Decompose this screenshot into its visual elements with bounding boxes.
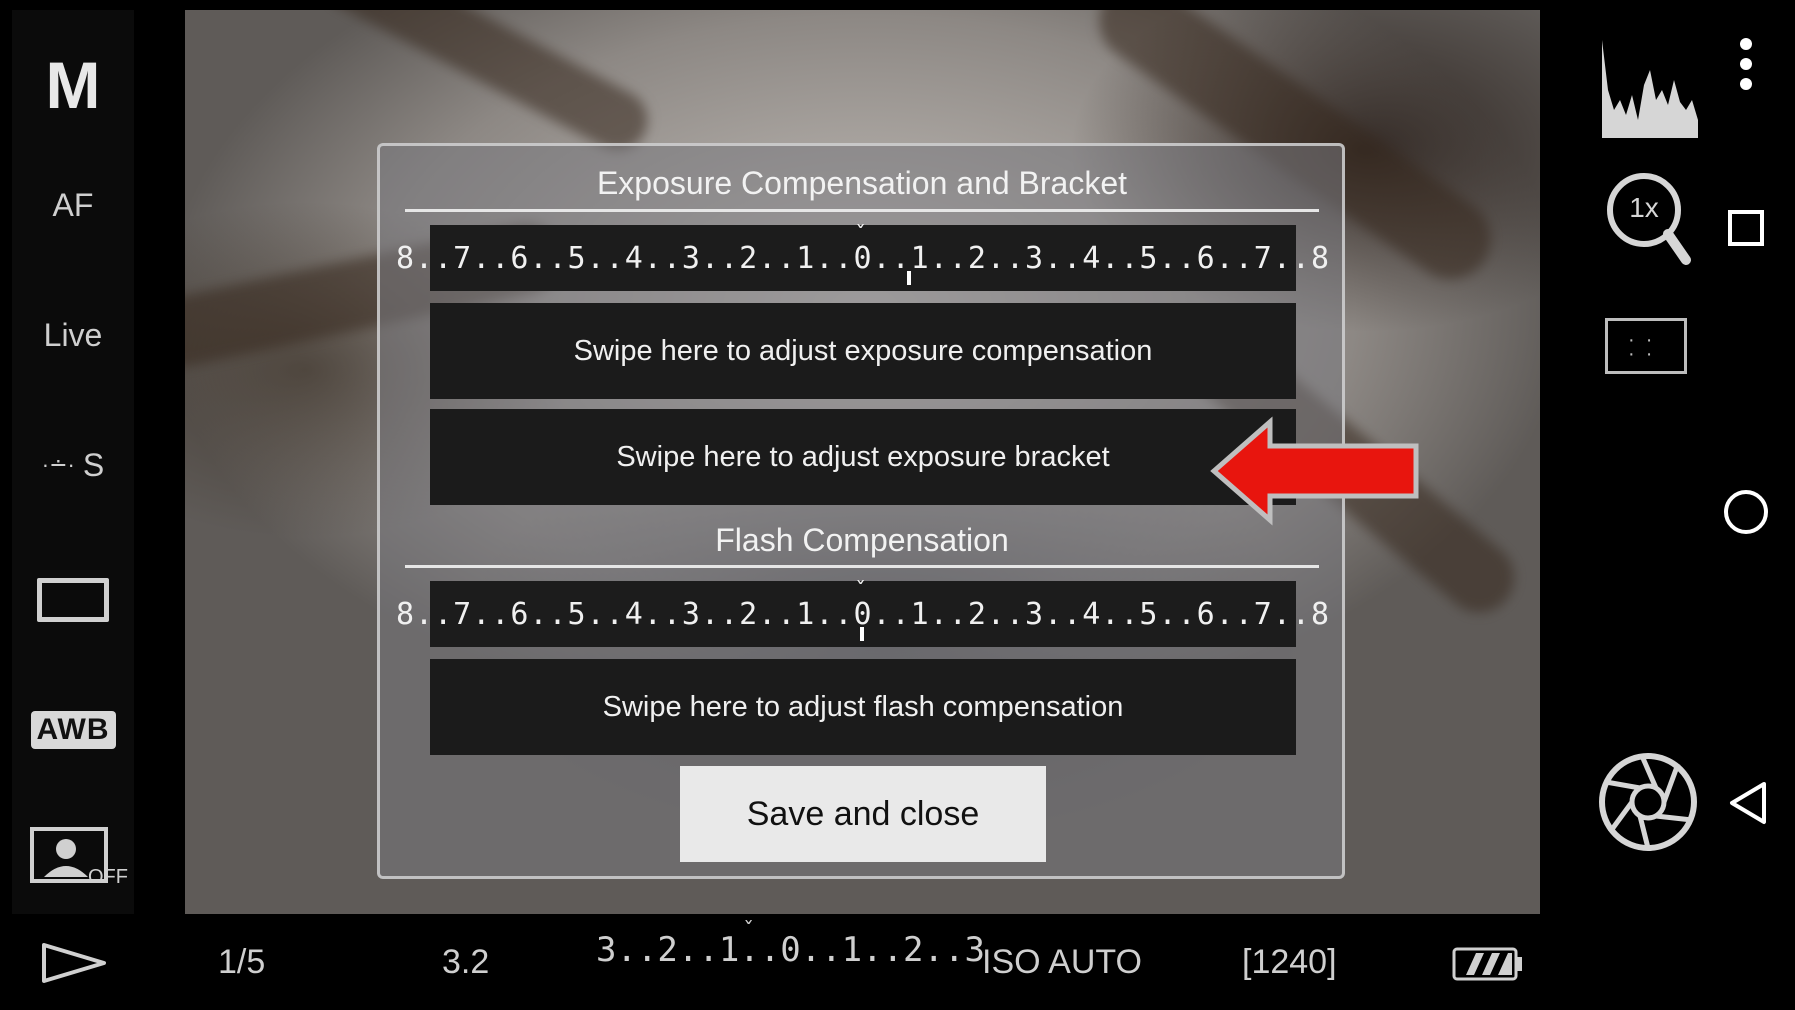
drive-mode-button[interactable]: ·∸· S [12,440,134,490]
flash-section-title: Flash Compensation [715,522,1009,558]
awb-label: AWB [30,711,116,749]
live-view-button[interactable]: Live [12,310,134,360]
flash-scale-caret: ˇ [854,579,869,604]
aperture-shutter-icon[interactable] [1598,752,1698,852]
red-arrow-icon [1210,416,1419,526]
aspect-ratio-icon [37,578,109,622]
back-triangle-icon[interactable] [1726,780,1768,826]
more-vertical-icon[interactable] [1738,36,1754,96]
white-balance-button[interactable]: AWB [12,700,134,760]
exposure-mode-button[interactable]: M [12,40,134,130]
flash-section-divider [405,565,1319,568]
aperture-value[interactable]: 3.2 [442,937,489,987]
save-and-close-button[interactable]: Save and close [680,766,1046,862]
exposure-section-divider [405,209,1319,212]
ev-scale-caret: ˇ [742,919,756,944]
drive-mode-icon: ·∸· [41,452,75,477]
aspect-ratio-button[interactable] [12,565,134,635]
zoom-level: 1x [1629,192,1659,223]
drive-mode-label: S [82,446,105,483]
exposure-bracket-swipe-area[interactable]: Swipe here to adjust exposure bracket [430,409,1296,505]
shutter-speed-value[interactable]: 1/5 [218,937,265,987]
exposure-section-title: Exposure Compensation and Bracket [596,165,1128,201]
exposure-bracket-marker [907,271,911,285]
ev-scale[interactable]: ˇ 3..2..1..0..1..2..3 [596,919,985,975]
exposure-compensation-swipe-area[interactable]: Swipe here to adjust exposure compensati… [430,303,1296,399]
battery-icon [1452,947,1522,981]
exposure-scale: ˇ 8..7..6..5..4..3..2..1..0..1..2..3..4.… [396,223,1329,291]
ev-scale-text: 3..2..1..0..1..2..3 [596,930,985,970]
flash-zero-marker [860,627,864,641]
bottom-status-bar: 1/5 3.2 ˇ 3..2..1..0..1..2..3 ISO AUTO [… [12,915,1788,1010]
focus-mode-button[interactable]: AF [12,180,134,230]
histogram-icon[interactable] [1600,30,1700,140]
right-control-column: 1x · · · · [1588,10,1708,1010]
recents-square-icon[interactable] [1728,210,1764,246]
zoom-button[interactable]: 1x [1606,172,1696,272]
android-navigation-bar [1710,10,1785,914]
iso-value[interactable]: ISO AUTO [982,937,1142,987]
exposure-dialog: Exposure Compensation and Bracket ˇ 8..7… [377,143,1345,879]
flash-scale: ˇ 8..7..6..5..4..3..2..1..0..1..2..3..4.… [396,579,1329,647]
home-circle-icon[interactable] [1724,490,1768,534]
left-control-rail: M AF Live ·∸· S AWB OFF [12,10,134,914]
face-detect-state: OFF [88,866,128,888]
face-detect-button[interactable]: OFF [12,818,134,898]
play-icon[interactable] [40,941,110,985]
camera-screen: M AF Live ·∸· S AWB OFF 1x · · · · 1/5 3… [0,0,1795,1010]
focus-area-icon[interactable]: · · · · [1605,318,1687,374]
shots-remaining: [1240] [1242,942,1337,981]
flash-compensation-swipe-area[interactable]: Swipe here to adjust flash compensation [430,659,1296,755]
exposure-scale-caret: ˇ [854,223,869,248]
